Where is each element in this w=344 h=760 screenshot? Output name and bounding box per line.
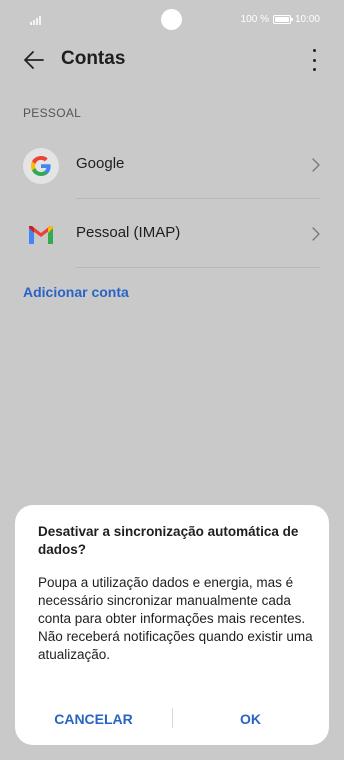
battery-icon: [272, 15, 293, 24]
status-right: 100 % 10:00: [241, 14, 320, 25]
chevron-right-icon: [312, 158, 320, 172]
arrow-left-icon[interactable]: [22, 48, 46, 72]
dialog-message: Poupa a utilização dados e energia, mas …: [38, 575, 313, 662]
divider: [76, 267, 320, 268]
add-account-link[interactable]: Adicionar conta: [23, 284, 129, 300]
more-vertical-icon[interactable]: [304, 48, 324, 72]
ok-button[interactable]: OK: [172, 705, 329, 733]
account-item-imap[interactable]: Pessoal (IMAP): [0, 200, 344, 268]
account-item-google[interactable]: Google: [0, 131, 344, 199]
page-title: Contas: [61, 48, 126, 69]
account-label: Pessoal (IMAP): [76, 224, 181, 241]
camera-cutout: [161, 9, 182, 30]
battery-percent: 100 %: [240, 14, 269, 25]
gmail-icon: [23, 217, 59, 253]
cancel-button[interactable]: CANCELAR: [15, 705, 172, 733]
clock: 10:00: [294, 14, 320, 25]
section-label: PESSOAL: [23, 106, 82, 120]
signal-icon: [30, 16, 41, 25]
sync-dialog: Desativar a sincronização automática de …: [15, 505, 329, 745]
chevron-right-icon: [312, 227, 320, 241]
google-icon: [23, 148, 59, 184]
dialog-actions: CANCELAR OK: [15, 705, 329, 733]
dialog-title: Desativar a sincronização automática de …: [38, 524, 299, 557]
app-header: Contas: [0, 38, 344, 82]
divider: [76, 198, 320, 199]
status-bar: 100 % 10:00: [0, 0, 344, 40]
account-label: Google: [76, 155, 125, 172]
